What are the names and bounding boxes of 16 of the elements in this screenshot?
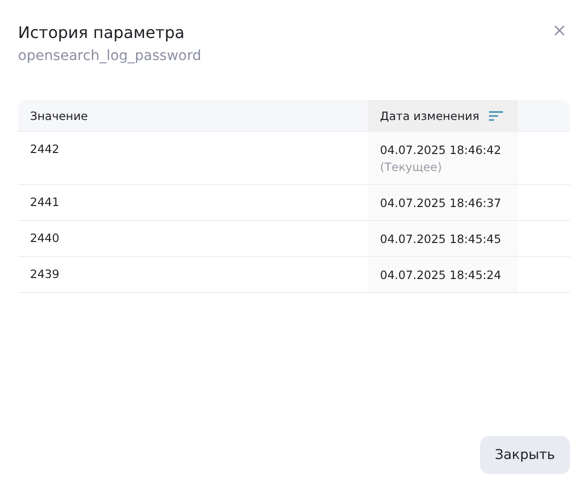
- table-cell-text: 04.07.2025 18:46:42: [380, 143, 502, 157]
- column-header[interactable]: Дата изменения: [368, 100, 518, 131]
- column-header[interactable]: Значение: [18, 100, 368, 131]
- sort-icon[interactable]: [489, 110, 504, 120]
- close-icon[interactable]: [554, 25, 565, 36]
- table-cell-text: 04.07.2025 18:46:37: [380, 196, 502, 210]
- current-label: (Текущее): [380, 160, 443, 174]
- table-cell: 2440: [30, 231, 60, 245]
- table-cell: 2442: [30, 142, 60, 156]
- table-cell: 2439: [30, 267, 60, 281]
- close-button[interactable]: Закрыть: [480, 436, 570, 474]
- dialog-title: История параметра: [18, 22, 186, 44]
- parameter-name: opensearch_log_password: [18, 48, 202, 64]
- table-cell: 2441: [30, 195, 60, 209]
- table-cell-text: 04.07.2025 18:45:45: [380, 232, 502, 246]
- table-cell-text: 04.07.2025 18:45:24: [380, 268, 502, 282]
